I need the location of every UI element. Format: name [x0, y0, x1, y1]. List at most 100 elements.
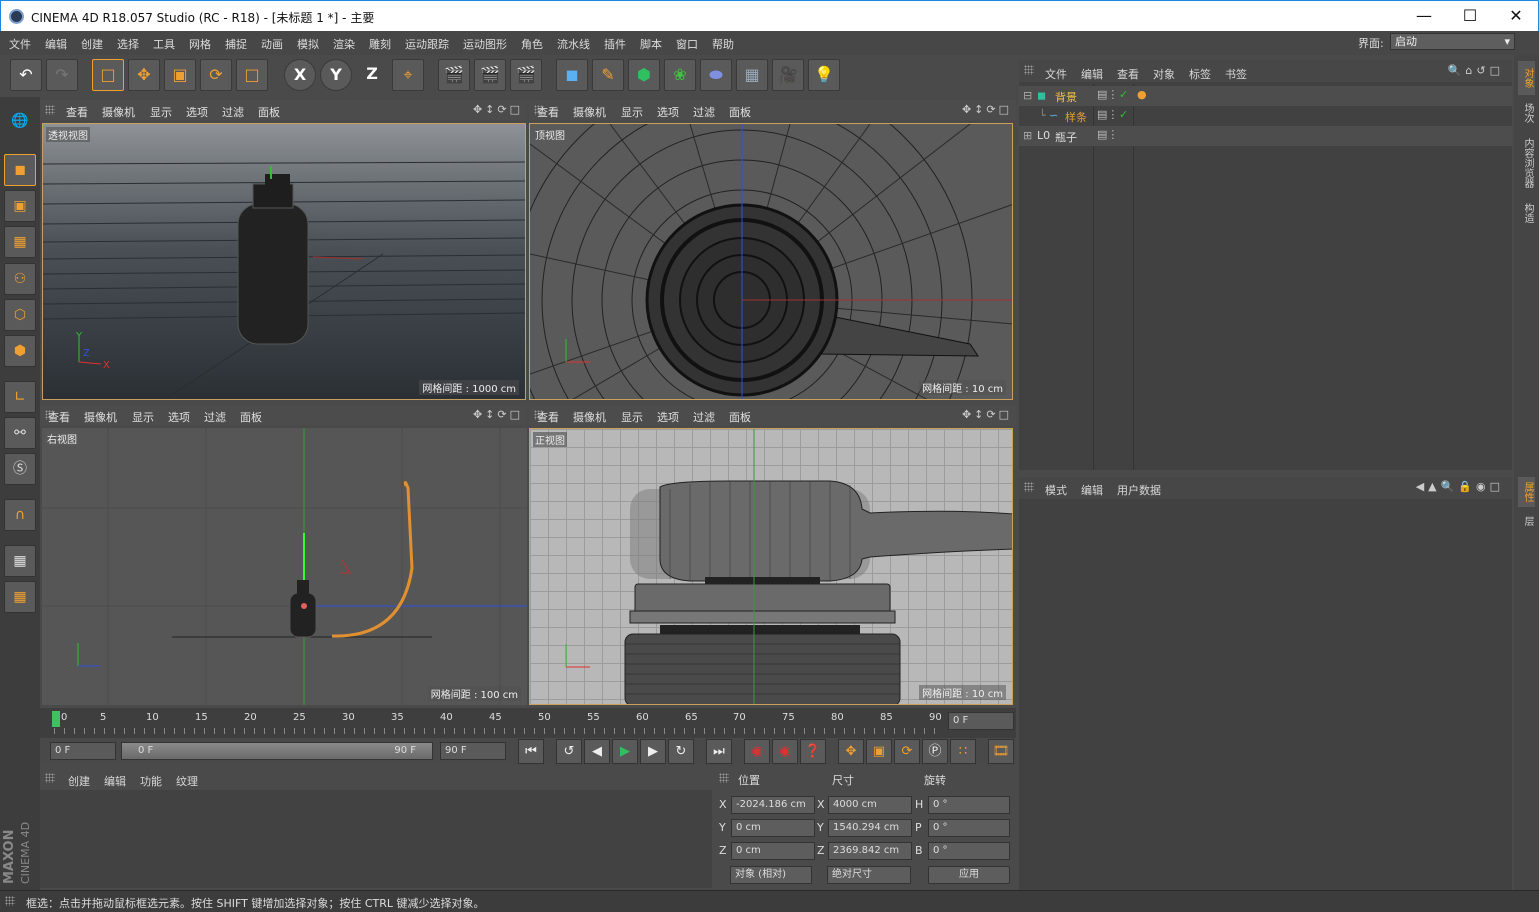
make-editable-button[interactable]: 🌐: [4, 106, 36, 138]
vp-menu-filter[interactable]: 过滤: [222, 104, 244, 120]
timeline-window-button[interactable]: 🎞: [988, 739, 1014, 764]
keyframe-selection-button[interactable]: ❓: [800, 739, 826, 764]
checkmark-icon[interactable]: ✓: [1119, 108, 1128, 121]
tab-objects[interactable]: 对象: [1518, 61, 1535, 95]
viewport-top[interactable]: 顶视图 网格间距 : 10 cm: [529, 123, 1013, 400]
current-frame-field[interactable]: 0 F: [948, 712, 1014, 730]
vp-menu-options[interactable]: 选项: [186, 104, 208, 120]
object-name-spline[interactable]: 样条: [1065, 109, 1087, 125]
snap-button[interactable]: Ⓢ: [4, 453, 36, 485]
y-axis-lock-button[interactable]: Y: [320, 59, 352, 91]
position-x-field[interactable]: -2024.186 cm: [731, 796, 815, 814]
panel-grip-icon[interactable]: [45, 105, 55, 115]
subdivision-surface-button[interactable]: ⬢: [628, 59, 660, 91]
vp-menu-view[interactable]: 查看: [537, 104, 559, 120]
object-row-spline[interactable]: └ ∽ 样条 ▤⋮ ✓: [1019, 106, 1512, 126]
size-x-field[interactable]: 4000 cm: [828, 796, 912, 814]
vp-menu-camera[interactable]: 摄像机: [573, 104, 606, 120]
coordinate-system-button[interactable]: ⌖: [392, 59, 424, 91]
render-view-button[interactable]: 🎬: [438, 59, 470, 91]
previous-frame-button[interactable]: ◀: [584, 739, 610, 764]
viewport-nav-icons[interactable]: ✥↕⟳□: [473, 103, 523, 116]
menu-create[interactable]: 创建: [81, 36, 103, 52]
close-button[interactable]: ✕: [1493, 1, 1539, 31]
vp-menu-options[interactable]: 选项: [657, 104, 679, 120]
panel-grip-icon[interactable]: [5, 896, 15, 906]
panel-grip-icon[interactable]: [45, 773, 55, 783]
menu-mesh[interactable]: 网格: [189, 36, 211, 52]
position-y-field[interactable]: 0 cm: [731, 819, 815, 837]
om-menu-edit[interactable]: 编辑: [1081, 66, 1103, 82]
menu-character[interactable]: 角色: [521, 36, 543, 52]
timeline-ruler[interactable]: 0 5 10 15 20 25 30 35 40 45 50 55 60 65 …: [40, 708, 1016, 738]
mat-menu-edit[interactable]: 编辑: [104, 773, 126, 789]
menu-file[interactable]: 文件: [9, 36, 31, 52]
am-menu-mode[interactable]: 模式: [1045, 482, 1067, 498]
am-nav-icons[interactable]: ◀▲🔍🔒◉□: [1416, 480, 1504, 493]
vp-menu-view[interactable]: 查看: [66, 104, 88, 120]
tree-expand-icon[interactable]: ⊞: [1023, 129, 1032, 142]
maximize-button[interactable]: ☐: [1447, 1, 1493, 31]
lock-workplane-button[interactable]: ▦: [4, 545, 36, 577]
vp-menu-display[interactable]: 显示: [150, 104, 172, 120]
object-name-bottle[interactable]: 瓶子: [1055, 129, 1077, 145]
om-menu-file[interactable]: 文件: [1045, 66, 1067, 82]
vp-menu-filter[interactable]: 过滤: [693, 104, 715, 120]
am-menu-edit[interactable]: 编辑: [1081, 482, 1103, 498]
viewport-nav-icons[interactable]: ✥↕⟳□: [473, 408, 523, 421]
magnet-button[interactable]: ∩: [4, 499, 36, 531]
light-button[interactable]: 💡: [808, 59, 840, 91]
vp-menu-camera[interactable]: 摄像机: [573, 409, 606, 425]
vp-menu-panel[interactable]: 面板: [729, 104, 751, 120]
am-menu-user-data[interactable]: 用户数据: [1117, 482, 1161, 498]
om-menu-bookmarks[interactable]: 书签: [1225, 66, 1247, 82]
tab-attributes[interactable]: 属性: [1518, 477, 1535, 507]
key-scale-button[interactable]: ▣: [866, 739, 892, 764]
cloner-button[interactable]: ❀: [664, 59, 696, 91]
tab-takes[interactable]: 场次: [1518, 99, 1535, 127]
rotation-p-field[interactable]: 0 °: [928, 819, 1010, 837]
menu-mograph[interactable]: 运动图形: [463, 36, 507, 52]
live-selection-button[interactable]: □: [92, 59, 124, 91]
vp-menu-camera[interactable]: 摄像机: [102, 104, 135, 120]
mat-menu-texture[interactable]: 纹理: [176, 773, 198, 789]
size-y-field[interactable]: 1540.294 cm: [828, 819, 912, 837]
menu-edit[interactable]: 编辑: [45, 36, 67, 52]
x-axis-lock-button[interactable]: X: [284, 59, 316, 91]
viewport-right[interactable]: 右视图 网格间距 : 100 cm: [42, 428, 527, 705]
viewport-nav-icons[interactable]: ✥↕⟳□: [962, 103, 1012, 116]
tree-collapse-icon[interactable]: ⊟: [1023, 89, 1032, 102]
key-position-button[interactable]: ✥: [838, 739, 864, 764]
menu-window[interactable]: 窗口: [676, 36, 698, 52]
panel-grip-icon[interactable]: [1024, 65, 1034, 75]
object-row-bottle[interactable]: ⊞ L0 瓶子 ▤⋮: [1019, 126, 1512, 146]
vp-menu-camera[interactable]: 摄像机: [84, 409, 117, 425]
edit-render-toggle-icon[interactable]: ▤⋮: [1097, 128, 1118, 141]
render-settings-button[interactable]: 🎬: [510, 59, 542, 91]
start-frame-field[interactable]: 0 F: [50, 742, 116, 760]
menu-tools[interactable]: 工具: [153, 36, 175, 52]
key-parameter-button[interactable]: Ⓟ: [922, 739, 948, 764]
om-menu-view[interactable]: 查看: [1117, 66, 1139, 82]
edit-render-toggle-icon[interactable]: ▤⋮: [1097, 108, 1118, 121]
apply-button[interactable]: 应用: [928, 866, 1010, 884]
object-row-background[interactable]: ⊟ ◼ 背景 ▤⋮ ✓ ●: [1019, 86, 1512, 106]
edit-render-toggle-icon[interactable]: ▤⋮: [1097, 88, 1118, 101]
checkmark-icon[interactable]: ✓: [1119, 88, 1128, 101]
panel-grip-icon[interactable]: [1024, 482, 1034, 492]
mat-menu-create[interactable]: 创建: [68, 773, 90, 789]
tab-content-browser[interactable]: 内容浏览器: [1518, 131, 1535, 195]
texture-mode-button[interactable]: ▣: [4, 190, 36, 222]
scale-tool-button[interactable]: ▣: [164, 59, 196, 91]
move-tool-button[interactable]: ✥: [128, 59, 160, 91]
preview-range-slider[interactable]: 0 F 90 F: [121, 742, 433, 760]
deformer-button[interactable]: ⬬: [700, 59, 732, 91]
material-manager[interactable]: 创建 编辑 功能 纹理: [40, 768, 712, 888]
menu-animate[interactable]: 动画: [261, 36, 283, 52]
record-active-objects-button[interactable]: ◉: [744, 739, 770, 764]
object-name-background[interactable]: 背景: [1055, 89, 1077, 105]
tweak-mode-button[interactable]: ⚯: [4, 417, 36, 449]
render-to-picture-viewer-button[interactable]: 🎬: [474, 59, 506, 91]
mat-menu-function[interactable]: 功能: [140, 773, 162, 789]
redo-button[interactable]: ↷: [46, 59, 78, 91]
